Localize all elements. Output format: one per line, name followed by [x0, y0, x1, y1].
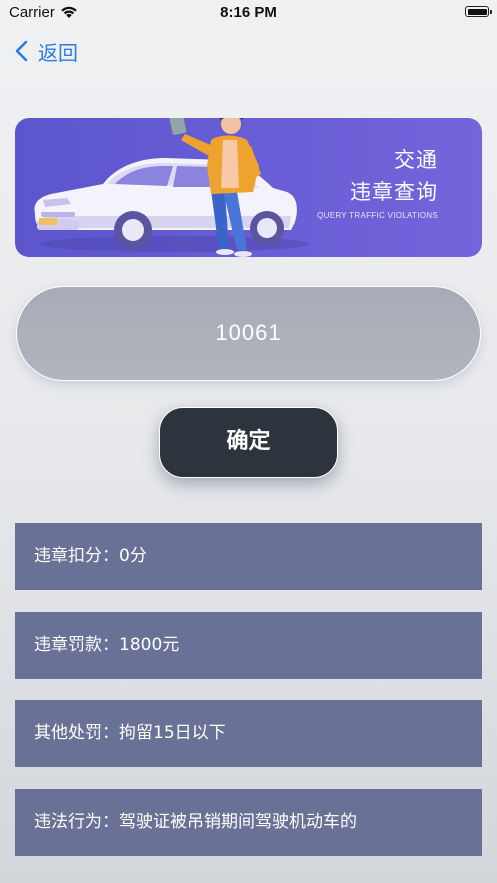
result-value: 0分 [119, 546, 147, 566]
back-label: 返回 [38, 40, 78, 65]
result-row-fine: 违章罚款：1800元 [15, 612, 482, 679]
result-label: 其他处罚： [34, 723, 119, 743]
banner-title-line2: 违章查询 [350, 180, 438, 204]
result-label: 违章扣分： [34, 546, 119, 566]
result-row-other-penalty: 其他处罚：拘留15日以下 [15, 700, 482, 767]
result-value: 拘留15日以下 [119, 723, 226, 743]
result-value: 1800元 [119, 635, 180, 655]
result-row-points: 违章扣分：0分 [15, 523, 482, 590]
result-value: 驾驶证被吊销期间驾驶机动车的 [119, 812, 357, 832]
banner-title-line1: 交通 [394, 148, 438, 172]
battery-icon [465, 6, 492, 17]
traffic-banner: 交通 违章查询 QUERY TRAFFIC VIOLATIONS [15, 118, 482, 257]
result-label: 违法行为： [34, 812, 119, 832]
status-time: 8:16 PM [220, 4, 277, 21]
query-code-field[interactable]: 10061 [16, 286, 481, 381]
result-row-violation: 违法行为：驾驶证被吊销期间驾驶机动车的 [15, 789, 482, 856]
car-person-illustration [34, 118, 310, 257]
confirm-button[interactable]: 确定 [159, 407, 338, 478]
status-bar: Carrier 8:16 PM [0, 0, 497, 26]
back-button[interactable]: 返回 [14, 36, 78, 66]
banner-subtitle: QUERY TRAFFIC VIOLATIONS [317, 211, 438, 220]
result-label: 违章罚款： [34, 635, 119, 655]
chevron-left-icon [15, 40, 28, 62]
